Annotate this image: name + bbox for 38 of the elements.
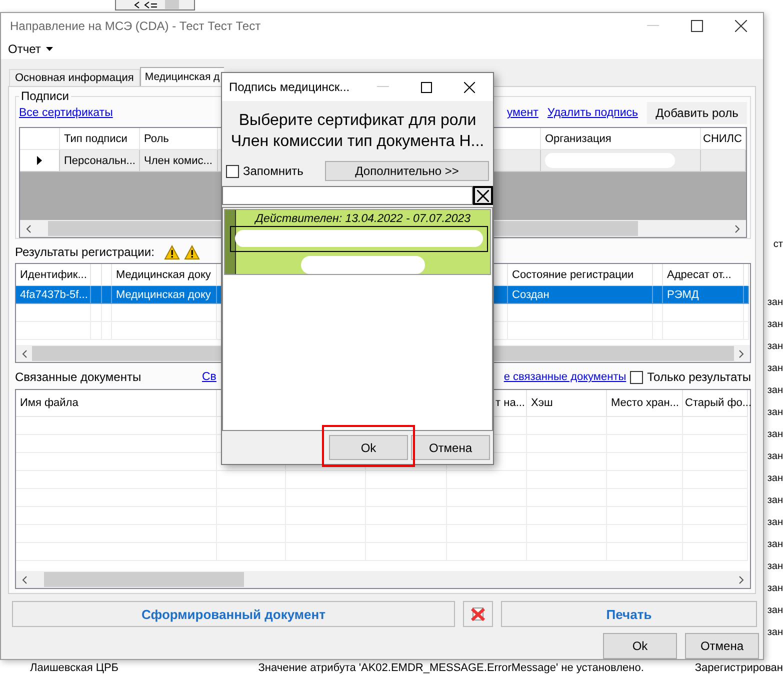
background-text: зан bbox=[767, 318, 783, 332]
column-header: Хэш bbox=[527, 390, 607, 417]
background-text: зан bbox=[767, 384, 783, 398]
column-header: Имя файла bbox=[16, 390, 217, 417]
background-text: Зарегистрирован bbox=[694, 662, 783, 674]
background-text: зан bbox=[767, 340, 783, 354]
table-cell: Создан bbox=[508, 286, 653, 304]
background-text: зан bbox=[767, 450, 783, 464]
column-header: Старый фо... bbox=[683, 390, 748, 417]
prompt-text: Выберите сертификат для роли bbox=[238, 111, 476, 131]
dialog-title: Подпись медицинск... bbox=[229, 80, 350, 94]
background-text: зан bbox=[767, 560, 783, 574]
table-cell: РЭМД bbox=[663, 286, 744, 304]
group-title: Подписи bbox=[20, 89, 70, 103]
background-text: зан bbox=[767, 428, 783, 442]
prompt-text: Член комиссии тип документа Н... bbox=[230, 132, 484, 152]
background-text: Значение атрибута 'AK02.EMDR_MESSAGE.ErrorMessage' не установлено. bbox=[258, 662, 645, 674]
background-text: зан bbox=[767, 362, 783, 376]
background-text: зан bbox=[767, 296, 783, 310]
background-text: зан bbox=[767, 406, 783, 420]
table-cell: Член комис... bbox=[140, 150, 218, 172]
background-text: ст bbox=[773, 238, 783, 252]
table-cell: Медицинская доку bbox=[112, 286, 217, 304]
table-cell: Персональн... bbox=[60, 150, 140, 172]
background-text: зан bbox=[767, 626, 783, 640]
column-header: Место хран... bbox=[607, 390, 683, 417]
background-text: зан bbox=[767, 494, 783, 508]
section-title: Результаты регистрации: bbox=[15, 245, 154, 259]
window-title: Направление на МСЭ (CDA) - Тест Тест Тест bbox=[10, 19, 261, 33]
table-cell: 4fa7437b-5f... bbox=[16, 286, 91, 304]
validity-text: Действителен: 13.04.2022 - 07.07.2023 bbox=[255, 213, 471, 225]
background-text: зан bbox=[767, 538, 783, 552]
background-text: зан bbox=[767, 582, 783, 596]
background-text: зан bbox=[767, 604, 783, 618]
background-text: Лаишевская ЦРБ bbox=[30, 662, 120, 674]
background-text: зан bbox=[767, 516, 783, 530]
background-text: зан bbox=[767, 472, 783, 486]
section-title: Связанные документы bbox=[15, 370, 142, 384]
